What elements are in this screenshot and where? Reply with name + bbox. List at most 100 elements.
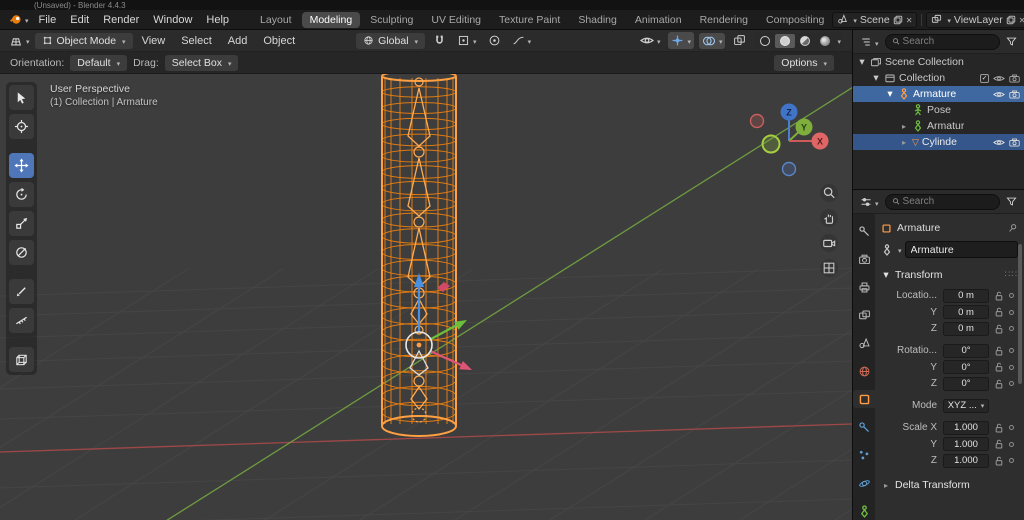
- editor-type-button[interactable]: [6, 32, 33, 50]
- animate-dot[interactable]: [1009, 348, 1014, 353]
- scene-canvas[interactable]: Z Y X: [0, 74, 852, 520]
- collapse-icon[interactable]: ▾: [881, 269, 891, 281]
- outliner-row-cylinder[interactable]: ▽ Cylinde: [853, 134, 1024, 150]
- transform-panel-header[interactable]: ▾ Transform: [881, 267, 1018, 282]
- outliner-row-armature[interactable]: ▾ Armature: [853, 86, 1024, 102]
- viewport-3d[interactable]: Z Y X User Perspective (1) Collection | …: [0, 74, 852, 520]
- animate-dot[interactable]: [1009, 442, 1014, 447]
- tool-scale[interactable]: [9, 211, 34, 236]
- scale-z-field[interactable]: 1.000: [943, 454, 989, 468]
- rotation-z-field[interactable]: 0°: [943, 377, 989, 391]
- lock-icon[interactable]: [995, 346, 1003, 356]
- tab-tool[interactable]: [853, 222, 875, 240]
- eye-icon[interactable]: [993, 74, 1005, 83]
- remove-viewlayer-icon[interactable]: [1019, 14, 1024, 26]
- properties-scrollbar[interactable]: [1018, 244, 1022, 384]
- animate-dot[interactable]: [1009, 326, 1014, 331]
- tool-rotate[interactable]: [9, 182, 34, 207]
- lock-icon[interactable]: [995, 456, 1003, 466]
- scale-x-field[interactable]: 1.000: [943, 421, 989, 435]
- rotation-y-field[interactable]: 0°: [943, 360, 989, 374]
- tab-world[interactable]: [853, 362, 875, 380]
- tab-rendering[interactable]: Rendering: [692, 12, 756, 28]
- tool-move[interactable]: [9, 153, 34, 178]
- snap-target-dropdown[interactable]: [454, 32, 480, 49]
- expand-icon[interactable]: ▾: [885, 88, 895, 100]
- tool-cursor[interactable]: [9, 114, 34, 139]
- xray-toggle[interactable]: [730, 32, 749, 49]
- gizmo-x-arrow[interactable]: [430, 351, 472, 370]
- visibility-dropdown[interactable]: [637, 33, 664, 49]
- tool-transform[interactable]: [9, 240, 34, 265]
- tab-shading[interactable]: Shading: [570, 12, 625, 28]
- expand-icon[interactable]: ▾: [857, 56, 867, 68]
- properties-search-input[interactable]: [903, 196, 993, 207]
- menu-add[interactable]: Add: [221, 34, 255, 48]
- expand-icon[interactable]: [899, 136, 909, 148]
- menu-render[interactable]: Render: [96, 13, 146, 27]
- tab-object[interactable]: [853, 390, 875, 408]
- rotation-x-field[interactable]: 0°: [943, 344, 989, 358]
- outliner-row-scene-collection[interactable]: ▾ Scene Collection: [853, 54, 1024, 70]
- zoom-button[interactable]: [820, 184, 838, 202]
- nav-neg-x-ball[interactable]: [751, 115, 764, 128]
- tab-scene[interactable]: [853, 334, 875, 352]
- tab-compositing[interactable]: Compositing: [758, 12, 832, 28]
- animate-dot[interactable]: [1009, 458, 1014, 463]
- menu-edit[interactable]: Edit: [63, 13, 96, 27]
- shading-solid-button[interactable]: [775, 34, 795, 48]
- orientation-select[interactable]: Default: [70, 55, 127, 71]
- pan-button[interactable]: [820, 209, 838, 227]
- proportional-edit-toggle[interactable]: [485, 32, 504, 49]
- menu-object[interactable]: Object: [256, 34, 302, 48]
- location-y-field[interactable]: 0 m: [943, 305, 989, 319]
- properties-filter-button[interactable]: [1003, 194, 1020, 209]
- blender-menu-button[interactable]: [6, 11, 32, 28]
- collection-checkbox[interactable]: [980, 74, 989, 83]
- new-viewlayer-icon[interactable]: [1006, 15, 1016, 25]
- animate-dot[interactable]: [1009, 310, 1014, 315]
- shading-material-button[interactable]: [795, 34, 815, 48]
- outliner-editor-type-button[interactable]: [857, 31, 882, 53]
- menu-help[interactable]: Help: [199, 13, 236, 27]
- lock-icon[interactable]: [995, 423, 1003, 433]
- scale-y-field[interactable]: 1.000: [943, 437, 989, 451]
- animate-dot[interactable]: [1009, 365, 1014, 370]
- nav-neg-z-ball[interactable]: [783, 163, 796, 176]
- rotation-mode-dropdown[interactable]: XYZ ...: [943, 399, 989, 413]
- render-camera-icon[interactable]: [1009, 74, 1020, 83]
- shading-wireframe-button[interactable]: [755, 34, 775, 48]
- scene-selector[interactable]: Scene: [832, 12, 917, 28]
- nav-neg-y-ball[interactable]: [763, 136, 780, 153]
- render-camera-icon[interactable]: [1009, 138, 1020, 147]
- menu-view[interactable]: View: [135, 34, 173, 48]
- tab-output[interactable]: [853, 278, 875, 296]
- tool-measure[interactable]: [9, 308, 34, 333]
- outliner-row-collection[interactable]: ▾ Collection: [853, 70, 1024, 86]
- outliner-filter-button[interactable]: [1003, 34, 1020, 49]
- ortho-grid-button[interactable]: [820, 259, 838, 277]
- outliner-row-armature-data[interactable]: Armatur: [853, 118, 1024, 134]
- snap-toggle[interactable]: [430, 32, 449, 49]
- properties-editor-type-button[interactable]: [857, 191, 882, 213]
- new-scene-icon[interactable]: [893, 15, 903, 25]
- menu-window[interactable]: Window: [146, 13, 199, 27]
- expand-icon[interactable]: [899, 120, 909, 132]
- animate-dot[interactable]: [1009, 381, 1014, 386]
- lock-icon[interactable]: [995, 307, 1003, 317]
- proportional-falloff-dropdown[interactable]: [509, 32, 535, 49]
- tab-modifiers[interactable]: [853, 418, 875, 436]
- location-z-field[interactable]: 0 m: [943, 322, 989, 336]
- tab-sculpting[interactable]: Sculpting: [362, 12, 421, 28]
- tool-add-cube[interactable]: [9, 347, 34, 372]
- mode-dropdown[interactable]: Object Mode: [35, 33, 133, 49]
- tool-annotate[interactable]: [9, 279, 34, 304]
- tab-texture-paint[interactable]: Texture Paint: [491, 12, 568, 28]
- tab-animation[interactable]: Animation: [627, 12, 690, 28]
- animate-dot[interactable]: [1009, 293, 1014, 298]
- collapse-icon[interactable]: [881, 479, 891, 491]
- drag-select[interactable]: Select Box: [165, 55, 239, 71]
- render-camera-icon[interactable]: [1009, 90, 1020, 99]
- lock-icon[interactable]: [995, 379, 1003, 389]
- lock-icon[interactable]: [995, 291, 1003, 301]
